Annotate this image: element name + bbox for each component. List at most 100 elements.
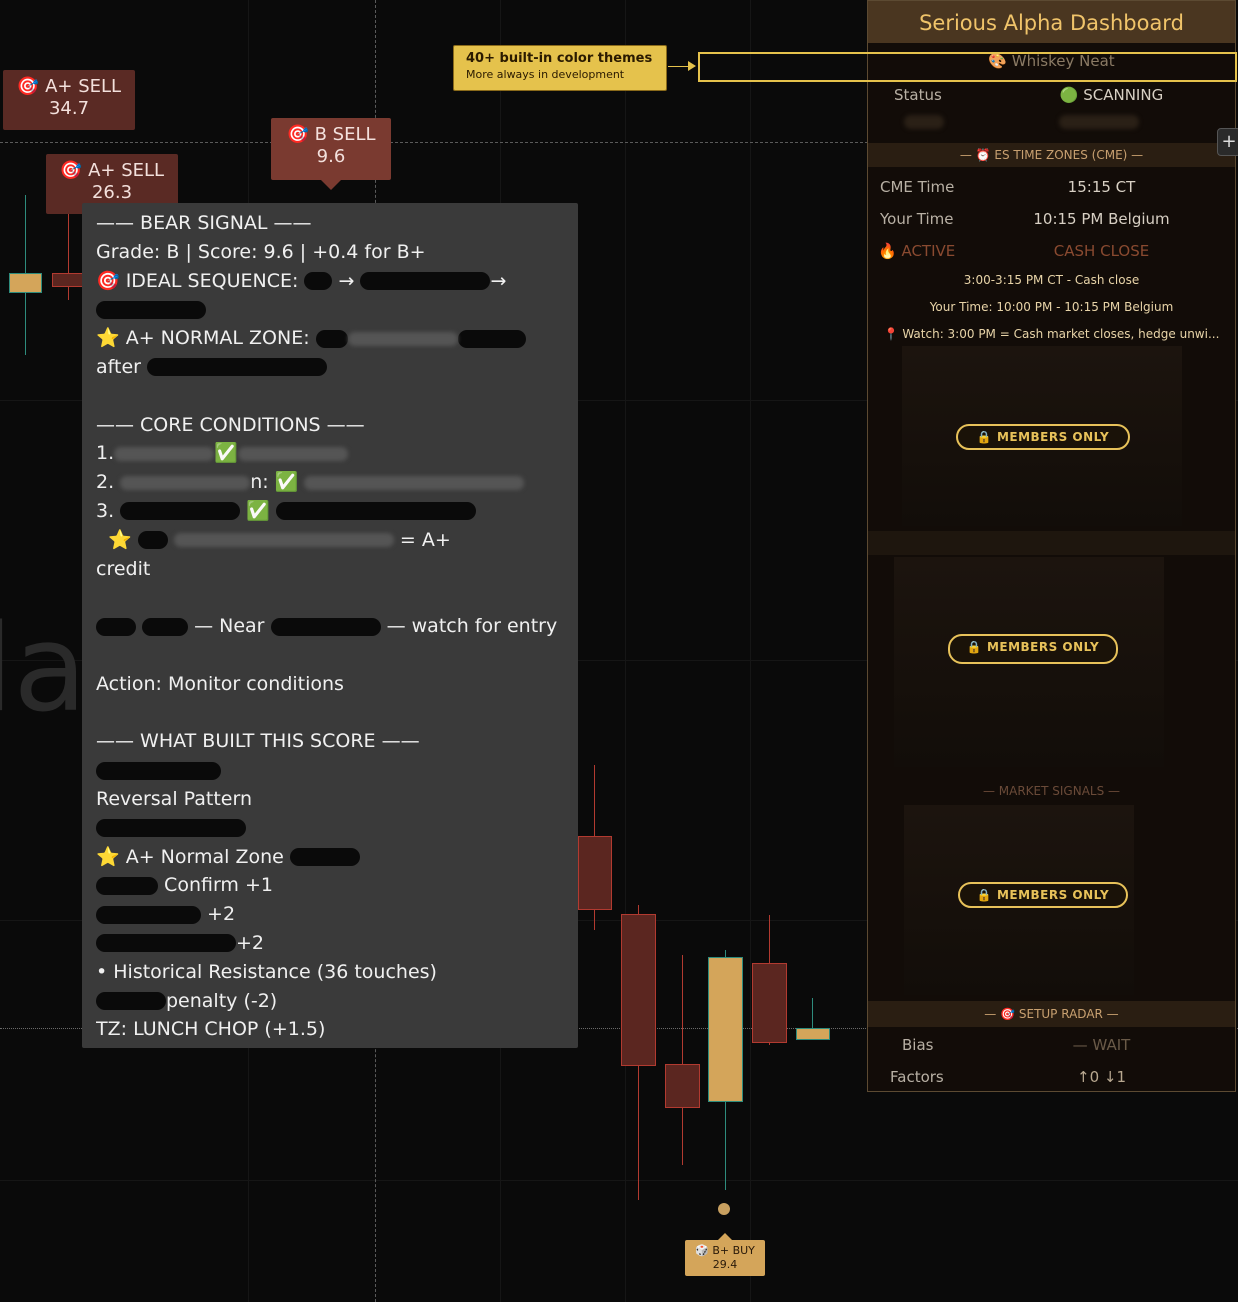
redacted-text <box>270 617 381 636</box>
tooltip-condition-3: 3. ✅ <box>96 497 578 526</box>
redacted-text <box>457 329 526 348</box>
signal-grade: B SELL <box>314 124 376 145</box>
redacted-text <box>96 617 136 636</box>
redacted-text <box>147 358 327 377</box>
cme-time-value: 15:15 CT <box>1067 178 1136 196</box>
members-only-button[interactable]: 🔒 MEMBERS ONLY <box>956 424 1130 450</box>
status-value: 🟢 SCANNING <box>1059 86 1164 104</box>
callout-title: 40+ built-in color themes <box>466 51 653 66</box>
star-icon: ⭐ <box>108 528 132 551</box>
signal-text: 🎯 A+ SELL <box>60 160 164 181</box>
plus2-text: +2 <box>236 931 265 954</box>
candle-body <box>621 914 656 1066</box>
blurred-text <box>173 533 394 548</box>
cme-time-row: CME Time 15:15 CT <box>868 171 1235 203</box>
target-icon: 🎯 <box>286 124 309 145</box>
add-button[interactable]: + <box>1217 128 1238 156</box>
signal-score: 29.4 <box>712 1258 738 1271</box>
normal-zone-text: ⭐ A+ Normal Zone <box>96 845 284 868</box>
blurred-text <box>120 475 251 490</box>
members-only-button[interactable]: 🔒 MEMBERS ONLY <box>948 634 1118 664</box>
grid-line <box>625 0 626 1302</box>
locked-section: 🔒 MEMBERS ONLY <box>902 346 1182 526</box>
signal-label-b-plus-buy[interactable]: 🎲 B+ BUY 29.4 <box>685 1233 765 1276</box>
redacted-text <box>96 819 246 838</box>
tooltip-ideal-sequence: 🎯 IDEAL SEQUENCE: → → <box>96 267 578 296</box>
symbol-watermark: la <box>0 600 87 739</box>
tooltip-action: Action: Monitor conditions <box>96 672 344 695</box>
redacted-text <box>360 272 491 291</box>
tooltip-confirm: Confirm +1 <box>96 871 578 900</box>
color-themes-callout: 40+ built-in color themes More always in… <box>453 45 667 91</box>
redacted-text <box>304 272 333 291</box>
blurred-text <box>237 446 348 461</box>
candle-body <box>9 273 42 293</box>
grid-line <box>750 0 751 1302</box>
signal-label-a-plus-sell[interactable]: 🎯 A+ SELL 34.7 <box>3 70 135 130</box>
signal-grade: A+ SELL <box>45 76 122 97</box>
buy-marker-dot <box>718 1203 730 1215</box>
candle-body <box>52 273 85 287</box>
signal-grade: B+ BUY <box>712 1244 755 1257</box>
tooltip-grade: Grade: B | Score: 9.6 | +0.4 for B+ <box>96 240 426 263</box>
check-icon: ✅ <box>274 471 299 494</box>
redacted-text <box>289 848 360 867</box>
tooltip-condition-2: 2. n: ✅ <box>96 468 578 497</box>
after-text: after <box>96 355 141 378</box>
dashboard-panel: Serious Alpha Dashboard 🎨 Whiskey Neat S… <box>867 0 1236 1092</box>
tooltip-penalty: penalty (-2) <box>96 987 578 1016</box>
confirm-text: Confirm +1 <box>164 874 273 897</box>
condition-number: 1. <box>96 442 115 465</box>
target-icon: 🎯 <box>59 160 83 181</box>
cash-close-range: 3:00-3:15 PM CT - Cash close <box>963 273 1140 287</box>
penalty-text: penalty (-2) <box>166 989 278 1012</box>
locked-section: 🔒 MEMBERS ONLY <box>894 557 1164 767</box>
your-time-range: Your Time: 10:00 PM - 10:15 PM Belgium <box>929 300 1174 314</box>
tooltip-line: ⭐ = A+ <box>96 526 578 555</box>
members-only-button[interactable]: 🔒 MEMBERS ONLY <box>958 882 1128 908</box>
tooltip-line <box>96 814 578 843</box>
redacted-text <box>96 300 206 319</box>
status-row: Status 🟢 SCANNING <box>868 79 1235 111</box>
bias-row: Bias — WAIT <box>868 1029 1235 1061</box>
signal-tooltip: —— BEAR SIGNAL —— Grade: B | Score: 9.6 … <box>82 203 578 1048</box>
tooltip-line: after <box>96 353 578 382</box>
candle-wick <box>812 998 813 1030</box>
tooltip-line <box>96 295 578 324</box>
dice-icon: 🎲 <box>695 1244 709 1257</box>
arrow-icon: → <box>490 269 507 292</box>
redacted-text <box>120 502 241 521</box>
your-time-value: 10:15 PM Belgium <box>1033 210 1170 228</box>
candle-wick <box>682 955 683 1165</box>
check-icon: ✅ <box>246 499 270 522</box>
signal-score: 9.6 <box>316 146 346 167</box>
blurred-text <box>304 475 525 490</box>
a-plus-suffix: = A+ <box>399 528 451 551</box>
tooltip-spacer <box>96 699 578 728</box>
blurred-row <box>868 111 1235 143</box>
factors-value: ↑0 ↓1 <box>1077 1068 1126 1086</box>
bias-value: — WAIT <box>1072 1036 1131 1054</box>
tooltip-line: credit <box>96 557 151 580</box>
arrow-icon: → <box>338 269 355 292</box>
callout-arrowhead <box>688 61 696 71</box>
plus2-text: +2 <box>207 903 236 926</box>
tooltip-spacer <box>96 382 578 411</box>
active-row: 🔥 ACTIVE CASH CLOSE <box>868 235 1235 267</box>
theme-highlight-box <box>698 52 1237 82</box>
redacted-text <box>142 617 189 636</box>
redacted-text <box>96 761 221 780</box>
signal-score: 26.3 <box>91 182 133 203</box>
candle-body <box>578 836 612 910</box>
signal-score: 34.7 <box>48 98 90 119</box>
tooltip-line <box>96 756 578 785</box>
blurred-text <box>1059 114 1140 129</box>
tooltip-normal-zone: ⭐ A+ NORMAL ZONE: <box>96 324 578 353</box>
redacted-text <box>315 329 348 348</box>
candle-body <box>752 963 787 1043</box>
redacted-text <box>96 992 166 1011</box>
normal-zone-label: ⭐ A+ NORMAL ZONE: <box>96 327 310 350</box>
watch-label: — watch for entry <box>386 615 558 638</box>
tooltip-normal-zone-item: ⭐ A+ Normal Zone <box>96 843 578 872</box>
signal-label-b-sell[interactable]: 🎯 B SELL 9.6 <box>271 118 391 190</box>
